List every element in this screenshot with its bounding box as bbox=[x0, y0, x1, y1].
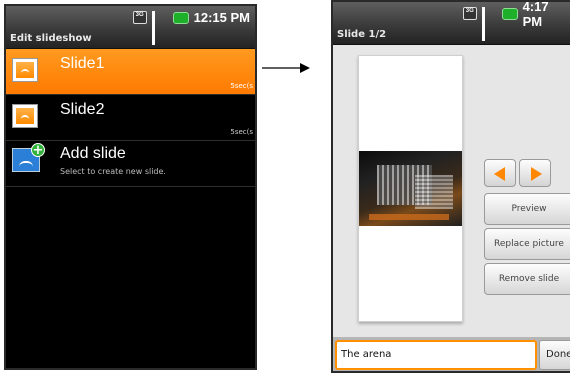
bottom-bar: The arena Done bbox=[333, 337, 570, 371]
edit-slide-screen: 3G 4:17 PM Slide 1/2 Preview Replace pic… bbox=[331, 0, 570, 373]
next-slide-button[interactable] bbox=[519, 159, 551, 187]
slide-item-label: Slide2 bbox=[60, 101, 105, 118]
slide-duration: 5sec(s bbox=[230, 128, 253, 136]
add-slide-label: Add slide bbox=[60, 145, 126, 162]
remove-slide-button[interactable]: Remove slide bbox=[484, 263, 570, 295]
page-title: Edit slideshow bbox=[6, 29, 255, 49]
plus-icon: + bbox=[31, 143, 45, 158]
slide-thumbnail-icon bbox=[12, 58, 38, 82]
3g-icon: 3G bbox=[463, 7, 477, 20]
signal-icon bbox=[481, 7, 497, 41]
add-slide-item[interactable]: + Add slide Select to create new slide. bbox=[6, 141, 255, 187]
slide-picture bbox=[359, 151, 462, 226]
add-slide-subtitle: Select to create new slide. bbox=[60, 167, 166, 176]
edit-slideshow-screen: 3G 12:15 PM Edit slideshow Slide1 5sec(s… bbox=[4, 4, 257, 370]
battery-icon bbox=[172, 11, 189, 24]
preview-button[interactable]: Preview bbox=[484, 193, 570, 225]
slide-preview[interactable] bbox=[358, 55, 463, 322]
3g-icon: 3G bbox=[132, 11, 147, 24]
replace-picture-button[interactable]: Replace picture bbox=[484, 228, 570, 260]
transition-arrow-icon bbox=[262, 63, 310, 73]
slide-editor-area: Preview Replace picture Remove slide bbox=[333, 45, 570, 337]
status-time: 4:17 PM bbox=[522, 0, 549, 29]
done-button[interactable]: Done bbox=[539, 340, 570, 370]
slide-thumbnail-icon bbox=[12, 104, 38, 128]
status-bar: 3G 12:15 PM bbox=[6, 6, 255, 45]
arrow-left-icon bbox=[494, 167, 505, 181]
caption-input[interactable]: The arena bbox=[335, 340, 537, 370]
status-time: 12:15 PM bbox=[193, 10, 250, 25]
slide-duration: 5sec(s bbox=[230, 82, 253, 90]
slide-item-1[interactable]: Slide1 5sec(s bbox=[6, 49, 255, 95]
slide-item-2[interactable]: Slide2 5sec(s bbox=[6, 95, 255, 141]
slide-item-label: Slide1 bbox=[60, 55, 105, 72]
arrow-right-icon bbox=[531, 167, 542, 181]
battery-icon bbox=[502, 7, 518, 20]
status-bar: 3G 4:17 PM bbox=[333, 2, 570, 41]
previous-slide-button[interactable] bbox=[484, 159, 516, 187]
signal-icon bbox=[151, 11, 168, 45]
